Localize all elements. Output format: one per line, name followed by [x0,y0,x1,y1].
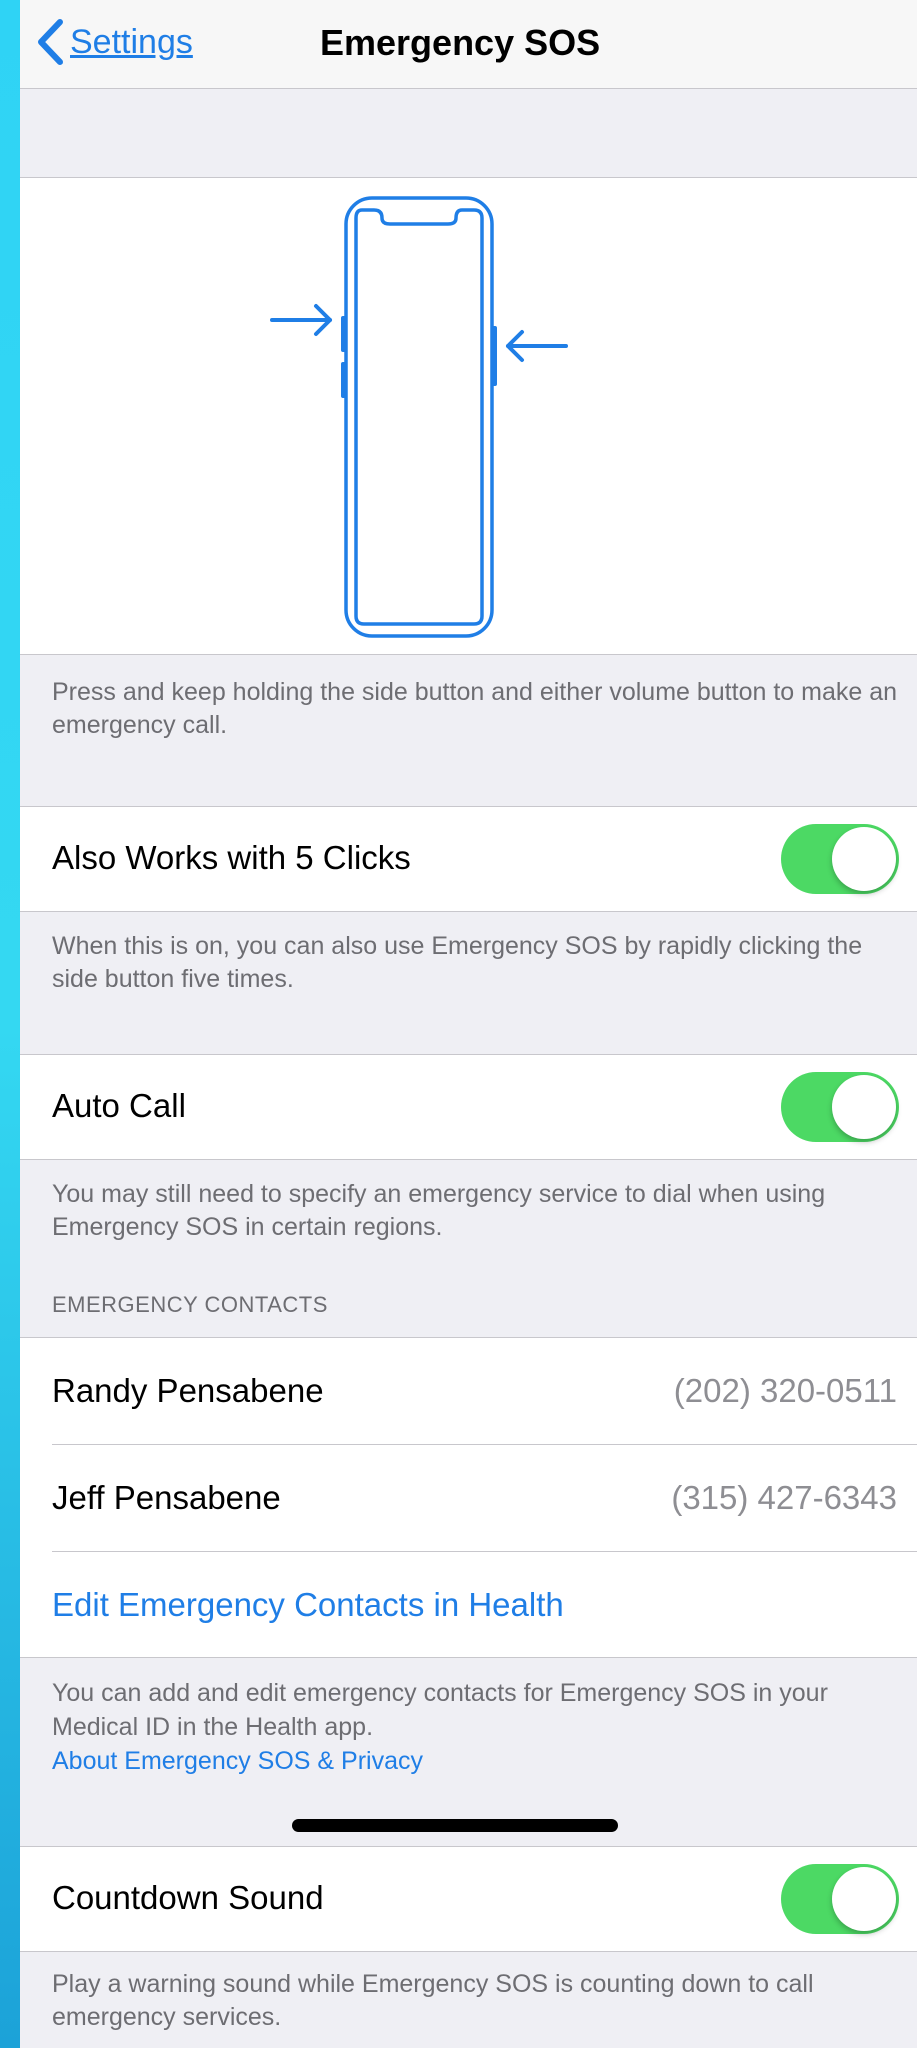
five-clicks-row[interactable]: Also Works with 5 Clicks [20,806,917,912]
chevron-left-icon [38,19,63,65]
edit-emergency-contacts-link[interactable]: Edit Emergency Contacts in Health [52,1586,564,1624]
emergency-contacts-group: Randy Pensabene (202) 320-0511 Jeff Pens… [20,1337,917,1658]
five-clicks-toggle[interactable] [781,824,899,894]
home-indicator [292,1819,618,1832]
five-clicks-label: Also Works with 5 Clicks [52,839,411,876]
countdown-sound-toggle[interactable] [781,1864,899,1934]
privacy-link[interactable]: About Emergency SOS & Privacy [52,1747,423,1775]
navigation-bar: Settings Emergency SOS [20,0,917,89]
settings-screen: Settings Emergency SOS Press and keep ho… [20,0,917,2048]
contact-row[interactable]: Randy Pensabene (202) 320-0511 [20,1338,917,1444]
back-button[interactable]: Settings [36,14,193,70]
page-title: Emergency SOS [320,22,601,63]
emergency-contacts-header: EMERGENCY CONTACTS [52,1292,328,1317]
contact-row[interactable]: Jeff Pensabene (315) 427-6343 [20,1445,917,1551]
five-clicks-footer: When this is on, you can also use Emerge… [52,932,863,993]
phone-side-buttons-icon [270,196,568,638]
auto-call-label: Auto Call [52,1087,186,1124]
contact-phone: (202) 320-0511 [673,1372,897,1409]
contact-name: Randy Pensabene [52,1372,324,1409]
edit-contacts-row[interactable]: Edit Emergency Contacts in Health [20,1552,917,1657]
contacts-footer: You can add and edit emergency contacts … [52,1676,902,1778]
contact-name: Jeff Pensabene [52,1479,281,1516]
illustration-panel [20,177,917,655]
countdown-footer: Play a warning sound while Emergency SOS… [52,1970,814,2031]
countdown-sound-label: Countdown Sound [52,1879,324,1916]
toggle-knob [832,1075,896,1139]
back-button-label[interactable]: Settings [70,23,193,62]
auto-call-toggle[interactable] [781,1072,899,1142]
toggle-knob [832,827,896,891]
contacts-footer-text: You can add and edit emergency contacts … [52,1679,828,1741]
illustration-caption: Press and keep holding the side button a… [52,678,898,739]
auto-call-row[interactable]: Auto Call [20,1054,917,1160]
toggle-knob [832,1867,896,1931]
auto-call-footer: You may still need to specify an emergen… [52,1180,826,1241]
contact-phone: (315) 427-6343 [671,1479,897,1516]
background-strip [0,0,20,2048]
countdown-sound-row[interactable]: Countdown Sound [20,1846,917,1952]
